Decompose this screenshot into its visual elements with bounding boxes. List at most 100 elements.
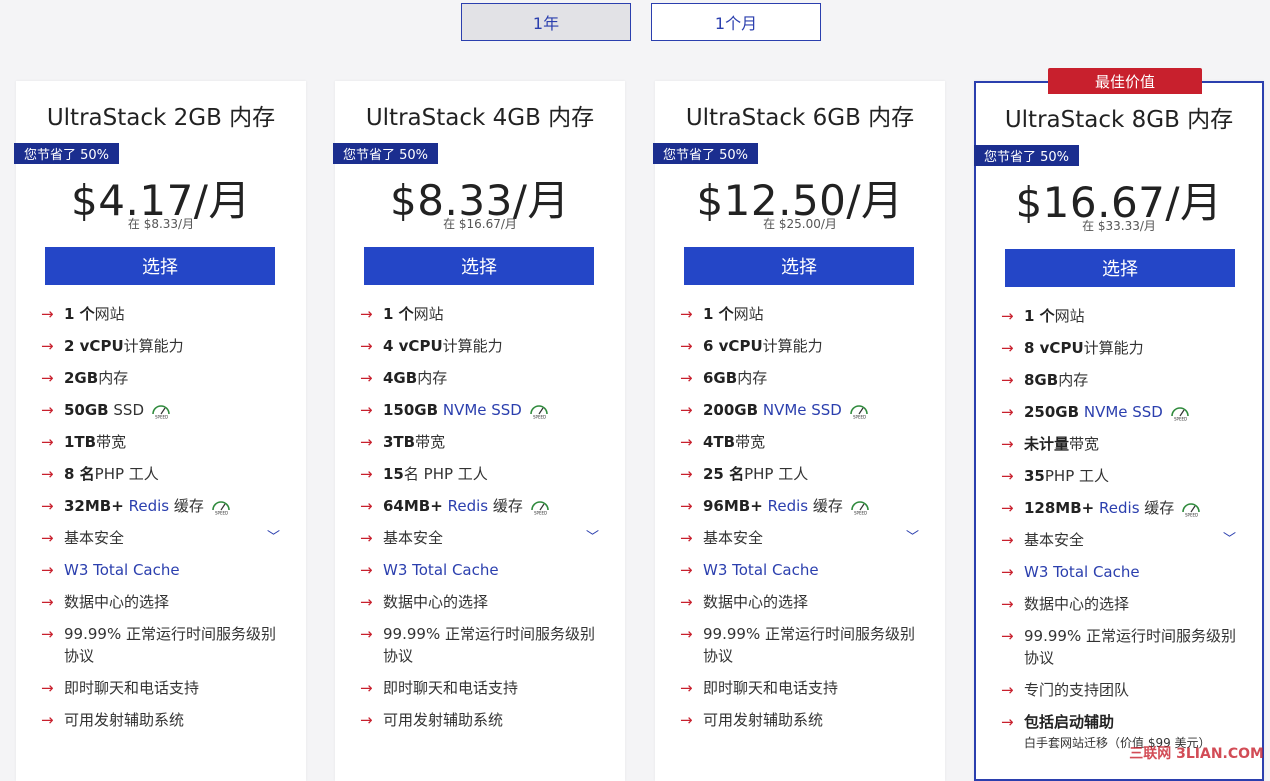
feature-ram: → 6GB内存 [680, 369, 768, 387]
chevron-down-icon[interactable]: ﹀ [1223, 529, 1236, 551]
arrow-right-icon: → [680, 679, 693, 697]
billing-toggle-1-month[interactable]: 1个月 [651, 3, 821, 41]
redis-link[interactable]: Redis [1099, 499, 1139, 517]
arrow-right-icon: → [1001, 307, 1014, 325]
arrow-right-icon: → [360, 497, 373, 515]
arrow-right-icon: → [41, 679, 54, 697]
arrow-right-icon: → [360, 711, 373, 729]
select-button[interactable]: 选择 [45, 247, 275, 285]
svg-text:SPEED: SPEED [155, 415, 168, 420]
svg-text:SPEED: SPEED [534, 511, 547, 516]
w3-total-cache-link[interactable]: W3 Total Cache [383, 561, 499, 579]
feature-cpu: → 2 vCPU计算能力 [41, 337, 184, 355]
feature-support: → 即时聊天和电话支持 [41, 679, 200, 697]
feature-ram: → 4GB内存 [360, 369, 448, 387]
speed-gauge-icon: SPEED [849, 498, 871, 516]
feature-cpu: → 6 vCPU计算能力 [680, 337, 823, 355]
arrow-right-icon: → [41, 497, 54, 515]
feature-redis: → 128MB+ Redis 缓存 SPEED [1001, 497, 1246, 519]
svg-text:SPEED: SPEED [854, 511, 867, 516]
svg-text:SPEED: SPEED [853, 415, 866, 420]
feature-php: → 35PHP 工人 [1001, 467, 1110, 485]
feature-bandwidth: → 未计量带宽 [1001, 435, 1100, 453]
redis-link[interactable]: Redis [768, 497, 808, 515]
feature-php: → 15名 PHP 工人 [360, 465, 488, 483]
select-button[interactable]: 选择 [684, 247, 914, 285]
chevron-down-icon[interactable]: ﹀ [586, 527, 599, 549]
chevron-down-icon[interactable]: ﹀ [906, 527, 919, 549]
feature-security[interactable]: → 基本安全 ﹀ [41, 527, 290, 549]
speed-gauge-icon: SPEED [210, 498, 232, 516]
arrow-right-icon: → [1001, 595, 1014, 613]
feature-w3: → W3 Total Cache [41, 559, 290, 581]
select-button[interactable]: 选择 [1005, 249, 1235, 287]
original-price: 在 $33.33/月 [1082, 219, 1156, 233]
arrow-right-icon: → [680, 465, 693, 483]
w3-total-cache-link[interactable]: W3 Total Cache [703, 561, 819, 579]
feature-support-team: → 专门的支持团队 [1001, 681, 1130, 699]
feature-security[interactable]: → 基本安全 ﹀ [360, 527, 609, 549]
chevron-down-icon[interactable]: ﹀ [267, 527, 280, 549]
arrow-right-icon: → [360, 305, 373, 323]
feature-ssd: → 50GB SSD SPEED [41, 399, 290, 421]
feature-security[interactable]: → 基本安全 ﹀ [1001, 529, 1246, 551]
arrow-right-icon: → [360, 529, 373, 547]
feature-bandwidth: → 4TB带宽 [680, 433, 766, 451]
feature-sla: → 99.99% 正常运行时间服务级别协议 [41, 625, 276, 665]
feature-sites: → 1 个网站 [680, 305, 764, 323]
arrow-right-icon: → [41, 561, 54, 579]
arrow-right-icon: → [680, 337, 693, 355]
feature-security[interactable]: → 基本安全 ﹀ [680, 527, 929, 549]
arrow-right-icon: → [41, 711, 54, 729]
plan-title: UltraStack 2GB 内存 [46, 105, 276, 131]
feature-sites: → 1 个网站 [360, 305, 444, 323]
watermark-logo: 三联网 3LIAN.COM [1129, 746, 1264, 762]
billing-toggle-1-year[interactable]: 1年 [461, 3, 631, 41]
plan-title: UltraStack 4GB 内存 [365, 105, 595, 131]
svg-text:SPEED: SPEED [533, 415, 546, 420]
feature-launch: → 可用发射辅助系统 [680, 711, 824, 729]
feature-sites: → 1 个网站 [41, 305, 125, 323]
svg-text:SPEED: SPEED [1185, 513, 1198, 518]
arrow-right-icon: → [360, 593, 373, 611]
best-value-badge: 最佳价值 [1048, 68, 1202, 94]
arrow-right-icon: → [41, 465, 54, 483]
feature-sites: → 1 个网站 [1001, 307, 1085, 325]
feature-launch: → 可用发射辅助系统 [41, 711, 185, 729]
speed-gauge-icon: SPEED [848, 402, 870, 420]
arrow-right-icon: → [360, 433, 373, 451]
plan-card-4gb: UltraStack 4GB 内存 您节省了 50% $8.33/月 在 $16… [333, 81, 625, 781]
nvme-ssd-link[interactable]: NVMe SSD [1084, 403, 1163, 421]
feature-list: → 1 个网站 → 8 vCPU计算能力 → 8GB内存 → 250GB NVMe SS… [1001, 305, 1246, 761]
arrow-right-icon: → [680, 529, 693, 547]
savings-badge: 您节省了 50% [974, 145, 1080, 166]
select-button[interactable]: 选择 [364, 247, 594, 285]
arrow-right-icon: → [680, 625, 693, 643]
feature-launch: → 可用发射辅助系统 [360, 711, 504, 729]
nvme-ssd-link[interactable]: NVMe SSD [763, 401, 842, 419]
plan-title: UltraStack 8GB 内存 [1004, 107, 1234, 133]
arrow-right-icon: → [41, 337, 54, 355]
arrow-right-icon: → [360, 679, 373, 697]
arrow-right-icon: → [680, 369, 693, 387]
arrow-right-icon: → [41, 369, 54, 387]
feature-redis: → 64MB+ Redis 缓存 SPEED [360, 495, 609, 517]
speed-gauge-icon: SPEED [528, 402, 550, 420]
feature-sla: → 99.99% 正常运行时间服务级别协议 [360, 625, 595, 665]
arrow-right-icon: → [41, 305, 54, 323]
arrow-right-icon: → [360, 369, 373, 387]
w3-total-cache-link[interactable]: W3 Total Cache [64, 561, 180, 579]
feature-datacenter: → 数据中心的选择 [360, 593, 489, 611]
redis-link[interactable]: Redis [448, 497, 488, 515]
arrow-right-icon: → [1001, 467, 1014, 485]
w3-total-cache-link[interactable]: W3 Total Cache [1024, 563, 1140, 581]
savings-badge: 您节省了 50% [653, 143, 759, 164]
feature-cpu: → 4 vCPU计算能力 [360, 337, 503, 355]
arrow-right-icon: → [1001, 563, 1014, 581]
arrow-right-icon: → [1001, 627, 1014, 645]
feature-list: → 1 个网站 → 2 vCPU计算能力 → 2GB内存 → 50GB SSD SPEED… [41, 303, 290, 741]
nvme-ssd-link[interactable]: NVMe SSD [443, 401, 522, 419]
plan-card-2gb: UltraStack 2GB 内存 您节省了 50% $4.17/月 在 $8.… [14, 81, 306, 781]
arrow-right-icon: → [680, 711, 693, 729]
redis-link[interactable]: Redis [129, 497, 169, 515]
